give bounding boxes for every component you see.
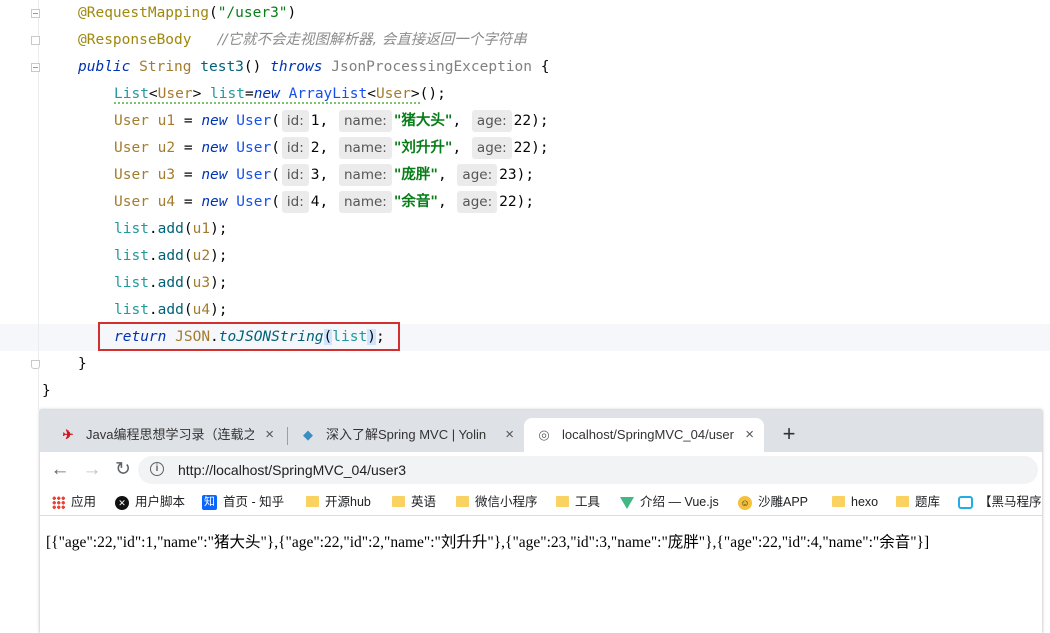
new-tab-button[interactable]: + bbox=[777, 422, 801, 446]
code-line-user-u1: User u1 = new User(id: 1, name: "猪大头", age… bbox=[114, 108, 549, 135]
bookmark-folder-tiku[interactable]: 题库 bbox=[896, 488, 940, 516]
bookmark-folder-english[interactable]: 英语 bbox=[392, 488, 436, 516]
tab-spring-mvc[interactable]: ◆ 深入了解Spring MVC | Yolin × bbox=[288, 418, 524, 452]
bookmark-shadiao-app[interactable]: ☺ 沙雕APP bbox=[738, 488, 808, 516]
code-line-list-add: list.add(u3); bbox=[114, 275, 228, 291]
bookmark-folder-tools[interactable]: 工具 bbox=[556, 488, 600, 516]
code-line-user-u3: User u3 = new User(id: 3, name: "庞胖", age:… bbox=[114, 162, 534, 189]
param-hint-id: id: bbox=[281, 191, 309, 213]
bookmarks-bar: 应用 ✕ 用户脚本 知首页 - 知乎 开源hub 英语 微信小程序 工具 介绍 —… bbox=[40, 488, 1042, 516]
reload-icon[interactable]: ↻ bbox=[111, 458, 135, 482]
tab-localhost-user3[interactable]: ◎ localhost/SpringMVC_04/user3 × bbox=[524, 418, 764, 452]
tab-java-thinking[interactable]: ✈ Java编程思想学习录（连载之：P × bbox=[48, 418, 284, 452]
code-line-user-u4: User u4 = new User(id: 4, name: "余音", age:… bbox=[114, 189, 534, 216]
url-text[interactable]: http://localhost/SpringMVC_04/user3 bbox=[178, 456, 406, 484]
bilibili-icon bbox=[958, 496, 973, 510]
param-hint-age: age: bbox=[471, 137, 512, 159]
code-line-list-add: list.add(u4); bbox=[114, 302, 228, 318]
folder-icon bbox=[306, 496, 319, 508]
param-hint-id: id: bbox=[281, 137, 309, 159]
highlight-box bbox=[98, 322, 400, 351]
bookmark-folder-hub[interactable]: 开源hub bbox=[306, 488, 371, 516]
code-line-user-u2: User u2 = new User(id: 2, name: "刘升升", age… bbox=[114, 135, 549, 162]
tab-strip: ✈ Java编程思想学习录（连载之：P × ◆ 深入了解Spring MVC |… bbox=[40, 410, 1042, 452]
globe-icon: ◎ bbox=[538, 427, 550, 442]
json-response-text: [{"age":22,"id":1,"name":"猪大头"},{"age":2… bbox=[46, 534, 930, 551]
code-editor[interactable]: @RequestMapping("/user3") @ResponseBody … bbox=[0, 0, 1050, 410]
code-line-close-brace: } bbox=[78, 356, 87, 372]
info-icon[interactable]: i bbox=[150, 462, 164, 476]
code-line-list-add: list.add(u1); bbox=[114, 221, 228, 237]
bookmark-userscript[interactable]: ✕ 用户脚本 bbox=[115, 488, 185, 516]
editor-gutter bbox=[38, 0, 39, 410]
folder-icon bbox=[832, 496, 845, 508]
fold-marker[interactable] bbox=[31, 63, 40, 72]
folder-icon bbox=[896, 496, 909, 508]
page-content: [{"age":22,"id":1,"name":"猪大头"},{"age":2… bbox=[40, 516, 1042, 633]
zhihu-icon: 知 bbox=[202, 495, 217, 511]
smile-icon: ☺ bbox=[738, 495, 752, 510]
close-tab-icon[interactable]: × bbox=[265, 418, 274, 452]
bird-logo-icon: ◆ bbox=[303, 427, 313, 442]
param-hint-name: name: bbox=[339, 110, 392, 132]
back-arrow-icon[interactable]: ← bbox=[48, 458, 72, 482]
bookmark-vuejs[interactable]: 介绍 — Vue.js bbox=[620, 488, 719, 516]
param-hint-name: name: bbox=[339, 137, 392, 159]
code-line-list-declaration: List<User> list=new ArrayList<User>(); bbox=[114, 86, 446, 104]
vue-icon bbox=[620, 496, 634, 509]
param-hint-age: age: bbox=[457, 191, 498, 213]
bookmark-folder-miniprogram[interactable]: 微信小程序 bbox=[456, 488, 538, 516]
apps-grid-icon bbox=[52, 496, 65, 510]
param-hint-age: age: bbox=[457, 164, 498, 186]
address-bar[interactable]: i http://localhost/SpringMVC_04/user3 bbox=[138, 456, 1038, 484]
code-line-list-add: list.add(u2); bbox=[114, 248, 228, 264]
fold-marker[interactable] bbox=[31, 9, 40, 18]
param-hint-id: id: bbox=[281, 164, 309, 186]
param-hint-age: age: bbox=[471, 110, 512, 132]
bookmark-zhihu[interactable]: 知首页 - 知乎 bbox=[202, 488, 284, 516]
code-comment: //它就不会走视图解析器, 会直接返回一个字符串 bbox=[217, 32, 527, 48]
close-tab-icon[interactable]: × bbox=[505, 418, 514, 452]
fold-marker[interactable] bbox=[31, 36, 40, 45]
folder-icon bbox=[556, 496, 569, 508]
userscript-icon: ✕ bbox=[115, 495, 129, 510]
red-logo-icon: ✈ bbox=[62, 427, 74, 442]
forward-arrow-icon[interactable]: → bbox=[80, 458, 104, 482]
browser-window: ✈ Java编程思想学习录（连载之：P × ◆ 深入了解Spring MVC |… bbox=[40, 410, 1042, 633]
folder-icon bbox=[456, 496, 469, 508]
bookmark-folder-hexo[interactable]: hexo bbox=[832, 488, 878, 516]
param-hint-name: name: bbox=[339, 164, 392, 186]
code-line-request-mapping: @RequestMapping("/user3") bbox=[78, 5, 297, 21]
fold-marker[interactable] bbox=[31, 360, 40, 369]
folder-icon bbox=[392, 496, 405, 508]
code-line-method-signature: public String test3() throws JsonProcess… bbox=[78, 59, 550, 75]
browser-toolbar: ← → ↻ i http://localhost/SpringMVC_04/us… bbox=[40, 452, 1042, 488]
close-tab-icon[interactable]: × bbox=[745, 418, 754, 452]
param-hint-id: id: bbox=[281, 110, 309, 132]
code-line-class-close-brace: } bbox=[42, 383, 51, 399]
bookmark-heima[interactable]: 【黑马程序 bbox=[958, 488, 1042, 516]
code-line-response-body: @ResponseBody //它就不会走视图解析器, 会直接返回一个字符串 bbox=[78, 32, 527, 48]
param-hint-name: name: bbox=[339, 191, 392, 213]
bookmark-apps[interactable]: 应用 bbox=[52, 488, 96, 516]
